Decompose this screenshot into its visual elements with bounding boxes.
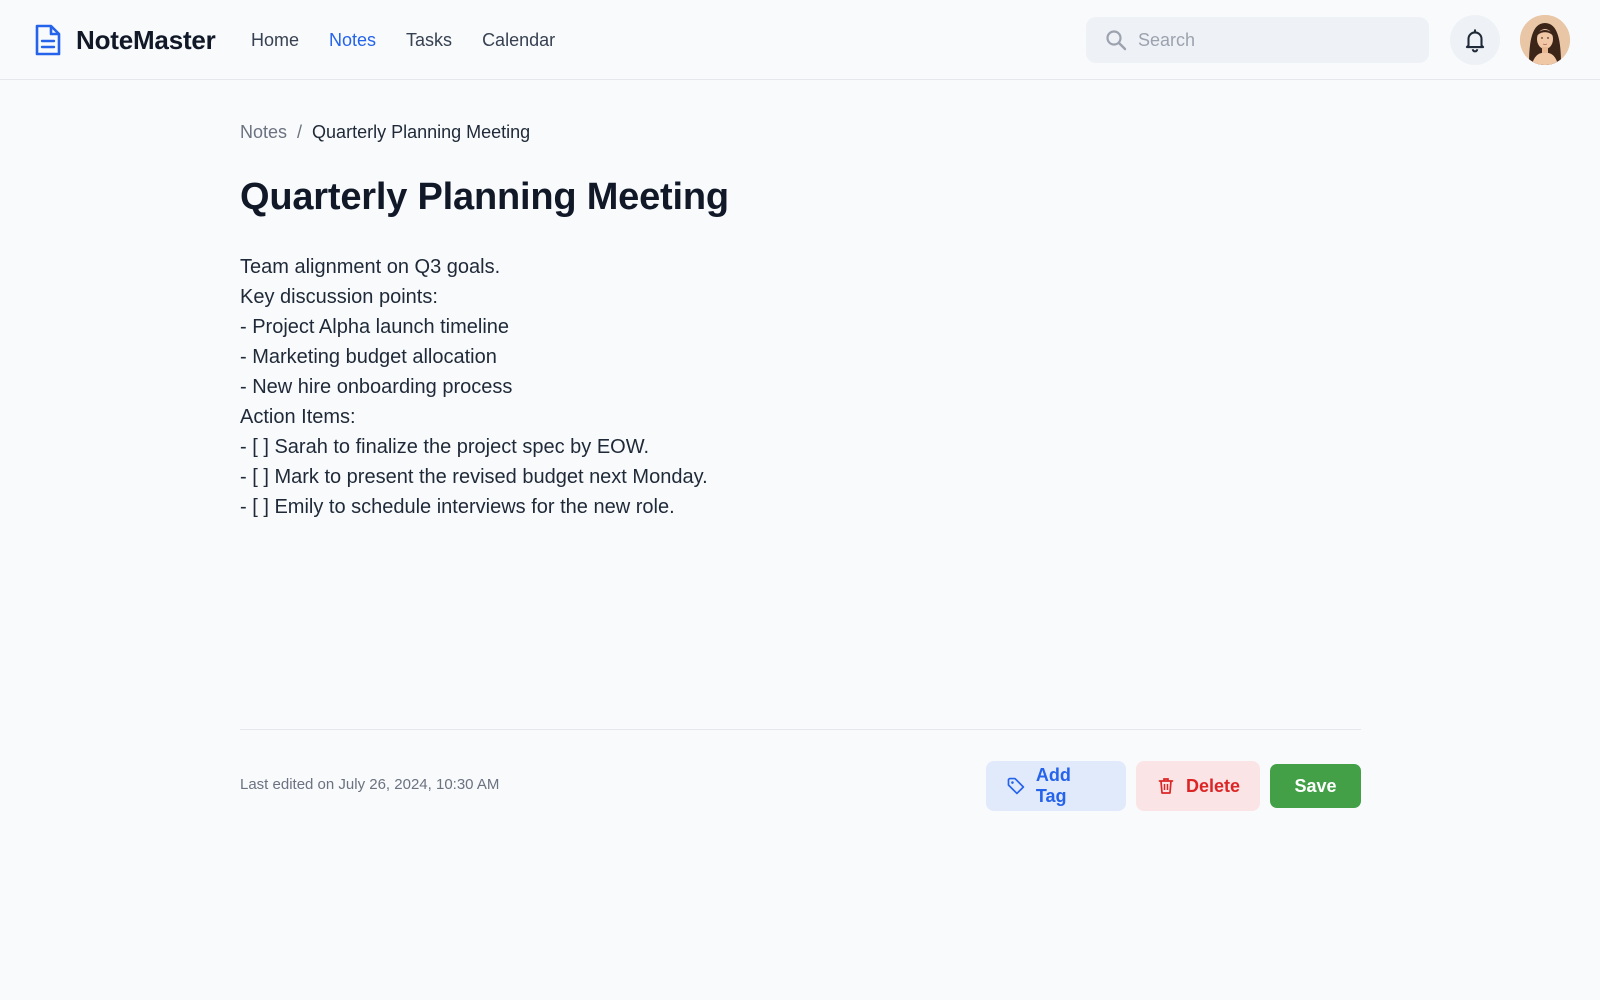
delete-label: Delete	[1185, 775, 1240, 796]
search-box[interactable]	[1086, 17, 1429, 63]
trash-icon	[1158, 778, 1174, 794]
note-body-line: - [ ] Emily to schedule interviews for t…	[240, 496, 675, 518]
add-tag-button[interactable]: Add Tag	[986, 761, 1126, 811]
bell-icon	[1465, 29, 1485, 53]
note-body-line: Action Items:	[240, 406, 356, 428]
note-body-line: - [ ] Sarah to finalize the project spec…	[240, 436, 650, 458]
breadcrumb: Notes / Quarterly Planning Meeting	[240, 122, 530, 143]
avatar-image	[1520, 15, 1570, 65]
breadcrumb-notes-link[interactable]: Notes	[240, 122, 287, 143]
notifications-button[interactable]	[1450, 15, 1500, 65]
top-navigation-bar: NoteMaster Home Notes Tasks Calendar	[0, 0, 1600, 80]
note-body-line: - Marketing budget allocation	[240, 346, 497, 368]
note-body-line: - New hire onboarding process	[240, 376, 513, 398]
brand[interactable]: NoteMaster	[34, 20, 216, 60]
main-nav: Home Notes Tasks Calendar	[251, 24, 555, 56]
note-body-line: - [ ] Mark to present the revised budget…	[240, 466, 708, 488]
note-actions: Add Tag Delete Save	[986, 761, 1361, 811]
breadcrumb-current: Quarterly Planning Meeting	[312, 122, 531, 142]
note-body[interactable]: Team alignment on Q3 goals. Key discussi…	[240, 252, 708, 522]
note-body-line: Team alignment on Q3 goals.	[240, 256, 501, 278]
breadcrumb-separator: /	[297, 122, 303, 142]
save-button[interactable]: Save	[1270, 764, 1361, 808]
document-icon	[35, 24, 61, 56]
nav-item-home[interactable]: Home	[251, 30, 299, 51]
note-body-line: - Project Alpha launch timeline	[240, 316, 510, 338]
tag-icon	[1007, 777, 1025, 795]
app-name: NoteMaster	[76, 24, 216, 55]
search-input[interactable]	[1138, 29, 1408, 51]
last-edited-timestamp: Last edited on July 26, 2024, 10:30 AM	[240, 776, 500, 793]
nav-item-notes[interactable]: Notes	[329, 30, 376, 51]
add-tag-label: Add Tag	[1035, 765, 1071, 806]
user-avatar[interactable]	[1520, 15, 1570, 65]
note-title[interactable]: Quarterly Planning Meeting	[240, 176, 729, 219]
nav-item-tasks[interactable]: Tasks	[406, 30, 452, 51]
save-label: Save	[1294, 775, 1337, 796]
nav-item-calendar[interactable]: Calendar	[482, 30, 555, 51]
note-body-line: Key discussion points:	[240, 286, 438, 308]
delete-button[interactable]: Delete	[1136, 761, 1260, 811]
search-icon	[1106, 30, 1127, 51]
footer-divider	[240, 729, 1361, 730]
